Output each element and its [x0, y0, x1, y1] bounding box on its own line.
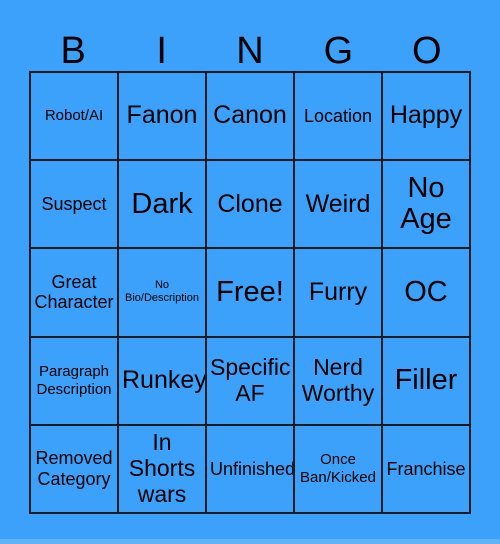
bingo-header-letter-n: N: [236, 30, 264, 72]
bingo-cell-o1[interactable]: Happy: [383, 73, 471, 162]
bingo-cell-n5[interactable]: Unfinished: [207, 425, 295, 514]
bingo-cell-label: Runkey: [122, 365, 207, 394]
bingo-header-letter-b: B: [60, 30, 86, 72]
bingo-cell-g2[interactable]: Weird: [295, 161, 383, 250]
bingo-cell-n3-free-space[interactable]: Free!: [207, 249, 295, 338]
bingo-cell-o2[interactable]: No Age: [383, 161, 471, 250]
bingo-cell-label: Specific AF: [210, 353, 291, 406]
bingo-cell-label: Dark: [131, 187, 193, 220]
bingo-cell-label: Unfinished: [210, 458, 295, 479]
bingo-header-row: B I N G O: [29, 18, 471, 71]
bingo-cell-g1[interactable]: Location: [295, 73, 383, 162]
bingo-cell-b5[interactable]: Removed Category: [31, 425, 119, 514]
bingo-cell-n2[interactable]: Clone: [207, 161, 295, 250]
bingo-header-letter-o: O: [412, 30, 442, 72]
bingo-cell-g4[interactable]: Nerd Worthy: [295, 337, 383, 426]
bingo-cell-label: Suspect: [41, 193, 107, 214]
bingo-cell-label: Paragraph Description: [36, 363, 112, 398]
bingo-cell-label: Free!: [216, 275, 284, 308]
bingo-cell-i1[interactable]: Fanon: [119, 73, 207, 162]
bingo-cell-g3[interactable]: Furry: [295, 249, 383, 338]
bingo-card: B I N G O Robot/AI Fanon Canon Location …: [0, 0, 500, 544]
bingo-cell-o4[interactable]: Filler: [383, 337, 471, 426]
bingo-cell-label: Removed Category: [35, 448, 113, 489]
bingo-cell-g5[interactable]: Once Ban/Kicked: [295, 425, 383, 514]
bingo-cell-label: Location: [303, 105, 373, 126]
bingo-cell-label: No Age: [400, 171, 452, 236]
bingo-cell-label: Furry: [308, 277, 368, 306]
bingo-cell-o3[interactable]: OC: [383, 249, 471, 338]
bingo-cell-label: Fanon: [126, 101, 198, 130]
bingo-cell-b2[interactable]: Suspect: [31, 161, 119, 250]
bingo-cell-label: Franchise: [386, 458, 466, 479]
bingo-cell-b1[interactable]: Robot/AI: [31, 73, 119, 162]
bingo-cell-o5[interactable]: Franchise: [383, 425, 471, 514]
bingo-cell-label: Once Ban/Kicked: [300, 451, 376, 486]
bingo-cell-label: Robot/AI: [44, 107, 104, 125]
bingo-cell-label: Great Character: [34, 271, 114, 313]
bingo-cell-i4[interactable]: Runkey: [119, 337, 207, 426]
bingo-cell-i3[interactable]: No Bio/Description: [119, 249, 207, 338]
bingo-cell-label: Happy: [389, 101, 463, 130]
bingo-header-letter-i: I: [156, 30, 167, 72]
bingo-cell-label: Canon: [213, 101, 287, 130]
bingo-header-letter-g: G: [323, 30, 354, 72]
bingo-cell-i5[interactable]: In Shorts wars: [119, 425, 207, 514]
bingo-cell-label: In Shorts wars: [128, 429, 196, 507]
bingo-cell-b4[interactable]: Paragraph Description: [31, 337, 119, 426]
bingo-cell-label: No Bio/Description: [125, 279, 199, 305]
bingo-cell-i2[interactable]: Dark: [119, 161, 207, 250]
bingo-cell-label: Nerd Worthy: [301, 353, 375, 406]
bingo-cell-n1[interactable]: Canon: [207, 73, 295, 162]
bottom-edge-strip: [0, 539, 500, 544]
bingo-cell-label: Weird: [305, 189, 371, 218]
bingo-cell-n4[interactable]: Specific AF: [207, 337, 295, 426]
bingo-grid: Robot/AI Fanon Canon Location Happy Susp…: [29, 71, 471, 514]
bingo-cell-b3[interactable]: Great Character: [31, 249, 119, 338]
bingo-cell-label: Filler: [394, 364, 458, 397]
bingo-cell-label: Clone: [217, 189, 283, 218]
bingo-cell-label: OC: [404, 275, 448, 308]
